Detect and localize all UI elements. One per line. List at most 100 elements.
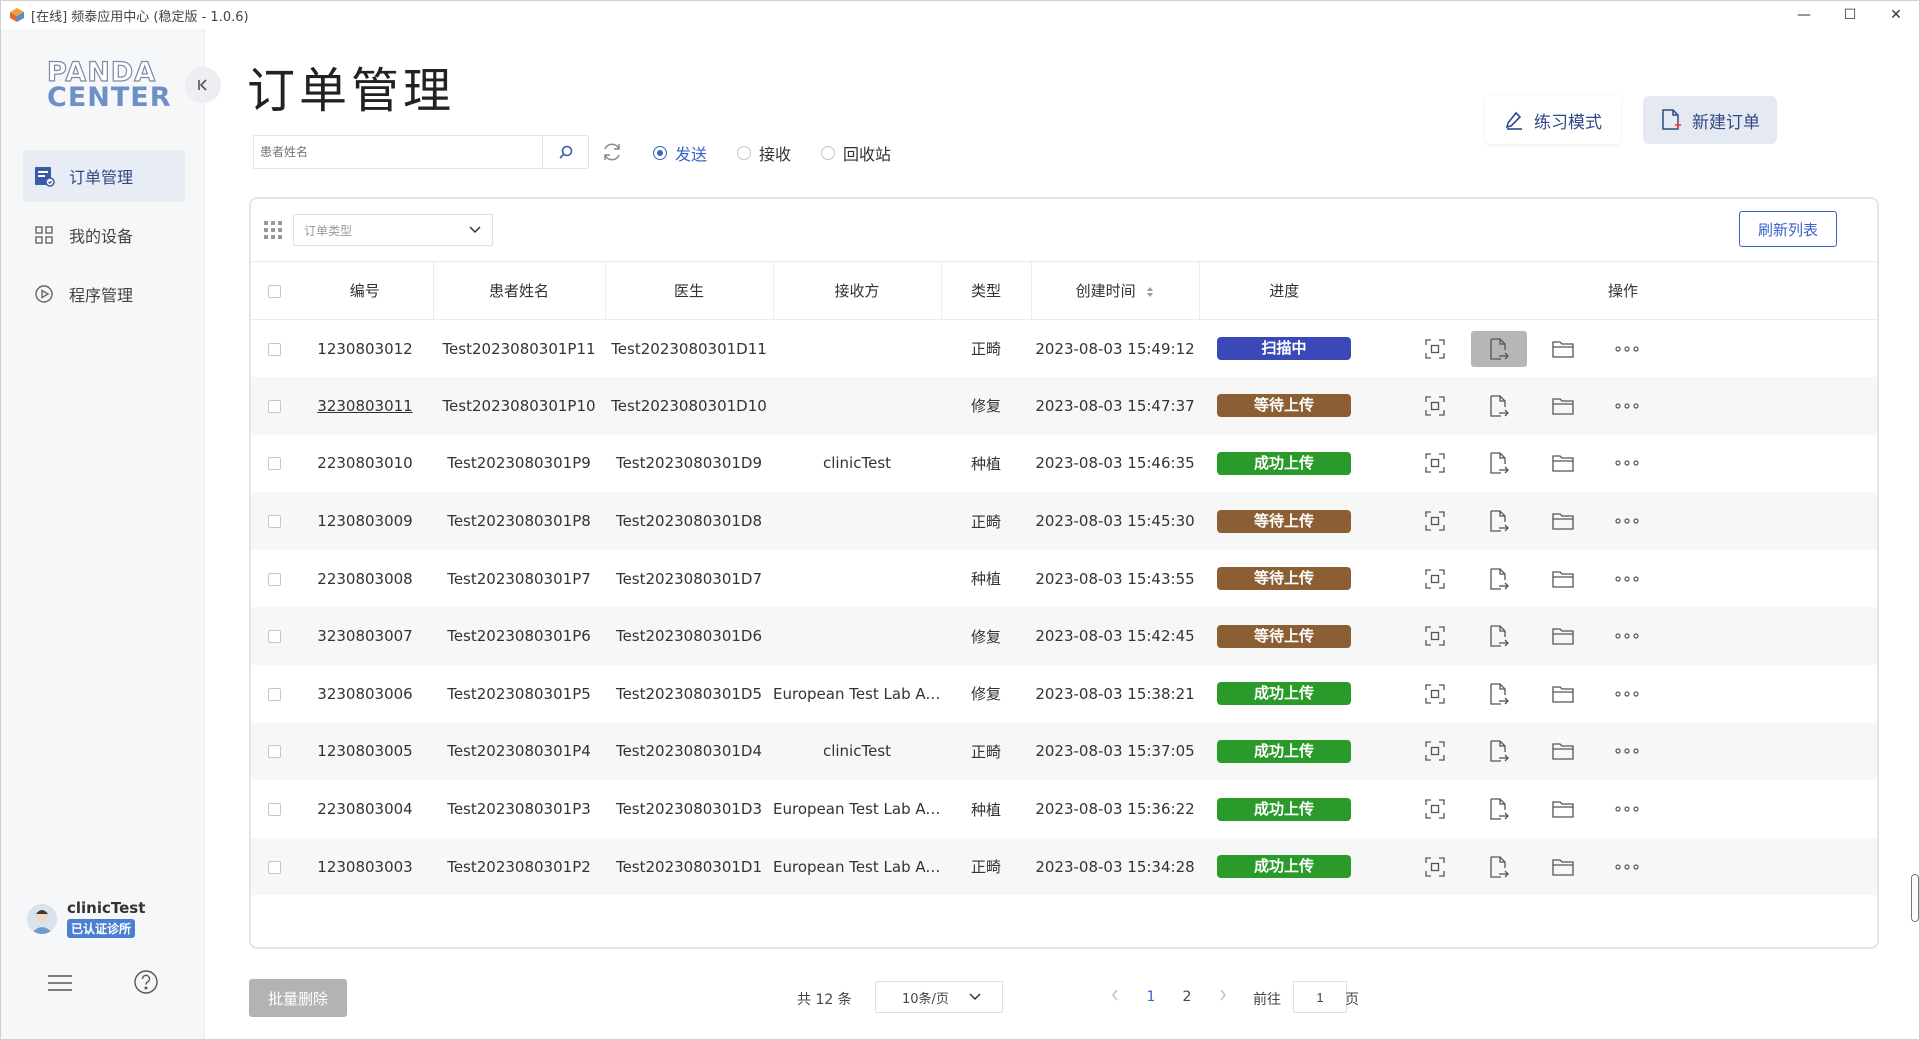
new-order-button[interactable]: 新建订单	[1643, 96, 1777, 144]
export-button[interactable]	[1471, 561, 1527, 597]
open-folder-button[interactable]	[1535, 733, 1591, 769]
sidebar-item-devices[interactable]: 我的设备	[23, 209, 185, 261]
radio-send[interactable]: 发送	[653, 141, 707, 165]
open-folder-button[interactable]	[1535, 676, 1591, 712]
refresh-list-button[interactable]: 刷新列表	[1739, 211, 1837, 247]
user-profile[interactable]: clinicTest 已认证诊所	[27, 899, 145, 938]
more-actions-button[interactable]	[1599, 733, 1655, 769]
hamburger-menu-icon[interactable]	[47, 973, 73, 993]
more-actions-button[interactable]	[1599, 331, 1655, 367]
row-checkbox[interactable]	[267, 342, 281, 356]
practice-mode-button[interactable]: 练习模式	[1485, 96, 1621, 144]
open-folder-button[interactable]	[1535, 618, 1591, 654]
help-icon[interactable]	[133, 969, 159, 995]
collapse-sidebar-button[interactable]	[185, 67, 221, 103]
receiver-name	[773, 492, 941, 550]
export-button[interactable]	[1471, 849, 1527, 885]
open-folder-button[interactable]	[1535, 503, 1591, 539]
more-actions-button[interactable]	[1599, 388, 1655, 424]
open-folder-button[interactable]	[1535, 849, 1591, 885]
close-button[interactable]: ✕	[1873, 1, 1919, 29]
row-checkbox[interactable]	[267, 630, 281, 644]
row-checkbox[interactable]	[267, 399, 281, 413]
refresh-icon[interactable]	[601, 141, 623, 163]
scan-button[interactable]	[1407, 791, 1463, 827]
table-row[interactable]: 2230803008 Test2023080301P7 Test2023080301…	[251, 550, 1877, 608]
more-actions-button[interactable]	[1599, 849, 1655, 885]
scan-button[interactable]	[1407, 503, 1463, 539]
header-created-time[interactable]: 创建时间	[1031, 261, 1200, 320]
export-button[interactable]	[1471, 503, 1527, 539]
sidebar-item-orders[interactable]: 订单管理	[23, 150, 185, 202]
row-checkbox[interactable]	[267, 515, 281, 529]
open-folder-button[interactable]	[1535, 791, 1591, 827]
scan-button[interactable]	[1407, 388, 1463, 424]
select-all-checkbox[interactable]	[267, 284, 281, 298]
status-badge: 成功上传	[1217, 451, 1351, 475]
export-button[interactable]	[1471, 330, 1527, 367]
order-id[interactable]: 3230803011	[297, 377, 433, 435]
export-button[interactable]	[1471, 388, 1527, 424]
export-button[interactable]	[1471, 445, 1527, 481]
more-actions-button[interactable]	[1599, 503, 1655, 539]
table-row[interactable]: 1230803012 Test2023080301P11 Test202308030…	[251, 320, 1877, 378]
minimize-button[interactable]: —	[1781, 1, 1827, 29]
search-input[interactable]	[254, 136, 542, 168]
radio-label: 发送	[675, 145, 708, 164]
scan-button[interactable]	[1407, 618, 1463, 654]
more-actions-button[interactable]	[1599, 445, 1655, 481]
table-row[interactable]: 2230803004 Test2023080301P3 Test2023080301…	[251, 780, 1877, 838]
sidebar-item-programs[interactable]: 程序管理	[23, 268, 185, 320]
maximize-button[interactable]: ☐	[1827, 1, 1873, 29]
row-checkbox[interactable]	[267, 803, 281, 817]
table-row[interactable]: 3230803011 Test2023080301P10 Test202308030…	[251, 377, 1877, 435]
more-actions-button[interactable]	[1599, 561, 1655, 597]
open-folder-button[interactable]	[1535, 331, 1591, 367]
row-checkbox[interactable]	[267, 745, 281, 759]
open-folder-button[interactable]	[1535, 561, 1591, 597]
header-select-all[interactable]	[251, 261, 297, 320]
more-actions-button[interactable]	[1599, 618, 1655, 654]
page-size-select[interactable]: 10条/页	[875, 981, 1003, 1013]
row-checkbox[interactable]	[267, 457, 281, 471]
radio-recycle-bin[interactable]: 回收站	[821, 141, 891, 165]
prev-page-button[interactable]	[1097, 989, 1133, 1005]
table-row[interactable]: 3230803007 Test2023080301P6 Test2023080301…	[251, 607, 1877, 666]
table-row[interactable]: 3230803006 Test2023080301P5 Test2023080301…	[251, 665, 1877, 723]
page-2-button[interactable]: 2	[1169, 989, 1205, 1005]
page-1-button[interactable]: 1	[1133, 989, 1169, 1005]
row-checkbox[interactable]	[267, 572, 281, 586]
column-grid-icon[interactable]	[263, 220, 283, 240]
scrollbar-thumb[interactable]	[1911, 874, 1919, 922]
batch-delete-button[interactable]: 批量删除	[249, 979, 347, 1017]
export-button[interactable]	[1471, 791, 1527, 827]
radio-receive[interactable]: 接收	[737, 141, 791, 165]
scan-button[interactable]	[1407, 561, 1463, 597]
scan-button[interactable]	[1407, 445, 1463, 481]
open-folder-button[interactable]	[1535, 388, 1591, 424]
table-row[interactable]: 1230803009 Test2023080301P8 Test2023080301…	[251, 492, 1877, 550]
next-page-button[interactable]	[1205, 989, 1241, 1005]
open-folder-button[interactable]	[1535, 445, 1591, 481]
order-id-text[interactable]: 3230803011	[317, 397, 412, 415]
export-button[interactable]	[1471, 618, 1527, 654]
scan-button[interactable]	[1407, 733, 1463, 769]
scan-button[interactable]	[1407, 849, 1463, 885]
more-actions-button[interactable]	[1599, 791, 1655, 827]
export-button[interactable]	[1471, 676, 1527, 712]
more-dots-icon	[1615, 691, 1639, 697]
sort-icon[interactable]	[1146, 286, 1154, 298]
search-button[interactable]	[542, 136, 588, 168]
table-row[interactable]: 2230803010 Test2023080301P9 Test2023080301…	[251, 435, 1877, 493]
order-type-select[interactable]: 订单类型	[293, 214, 493, 246]
row-checkbox[interactable]	[267, 860, 281, 874]
table-row[interactable]: 1230803005 Test2023080301P4 Test2023080301…	[251, 722, 1877, 781]
goto-page-input[interactable]	[1293, 981, 1347, 1013]
export-file-icon	[1488, 509, 1510, 533]
export-button[interactable]	[1471, 733, 1527, 769]
row-checkbox[interactable]	[267, 687, 281, 701]
scan-button[interactable]	[1407, 676, 1463, 712]
more-actions-button[interactable]	[1599, 676, 1655, 712]
table-row[interactable]: 1230803003 Test2023080301P2 Test2023080301…	[251, 837, 1877, 896]
scan-button[interactable]	[1407, 331, 1463, 367]
